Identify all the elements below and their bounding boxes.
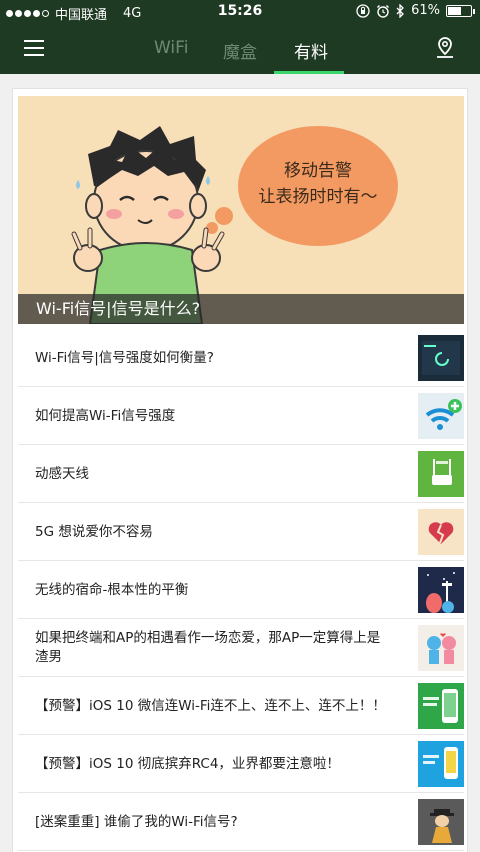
battery-fill: [448, 6, 462, 15]
article-list: Wi-Fi信号|信号强度如何衡量? 如何提高Wi-Fi信号强度 动感天线 5G …: [18, 329, 464, 851]
banner-caption: Wi-Fi信号|信号是什么?: [18, 294, 464, 324]
article-title: 无线的宿命-根本性的平衡: [35, 581, 189, 598]
list-item[interactable]: 如果把终端和AP的相遇看作一场恋爱，那AP一定算得上是渣男: [18, 619, 464, 677]
menu-icon[interactable]: [24, 40, 44, 56]
bluetooth-icon: [396, 3, 405, 18]
list-item[interactable]: 5G 想说爱你不容易: [18, 503, 464, 561]
list-item[interactable]: 无线的宿命-根本性的平衡: [18, 561, 464, 619]
article-title: 【预警】iOS 10 微信连Wi-Fi连不上、连不上、连不上！！: [35, 697, 386, 714]
location-pin-icon[interactable]: [434, 36, 456, 62]
article-title: 如果把终端和AP的相遇看作一场恋爱，那AP一定算得上是渣男: [35, 630, 381, 665]
article-title: Wi-Fi信号|信号强度如何衡量?: [35, 349, 214, 366]
article-title: 动感天线: [35, 465, 89, 482]
wifi-plus-icon: [418, 393, 464, 439]
green-phone-thumb: [418, 683, 464, 729]
status-bar: 中国联通 4G 15:26 61%: [0, 0, 480, 24]
article-title: 如何提高Wi-Fi信号强度: [35, 407, 176, 424]
night-illustration-thumb: [418, 567, 464, 613]
green-router-thumb: [418, 451, 464, 497]
article-title: [迷案重重] 谁偷了我的Wi-Fi信号?: [35, 813, 238, 830]
detective-thumb: [418, 799, 464, 845]
dark-screen-thumb: [418, 335, 464, 381]
list-item[interactable]: 如何提高Wi-Fi信号强度: [18, 387, 464, 445]
status-right: 61%: [356, 3, 475, 18]
alarm-icon: [377, 4, 390, 18]
battery-icon: [446, 4, 475, 17]
article-card: 移动告警 让表扬时时有～ Wi-Fi信号|信号是什么? Wi-Fi信号|信号强度…: [12, 88, 468, 852]
list-item[interactable]: 【预警】iOS 10 彻底摈弃RC4，业界都要注意啦！: [18, 735, 464, 793]
list-item[interactable]: Wi-Fi信号|信号强度如何衡量?: [18, 329, 464, 387]
couple-illustration-thumb: [418, 625, 464, 671]
orientation-lock-icon: [356, 3, 370, 18]
content-area: 移动告警 让表扬时时有～ Wi-Fi信号|信号是什么? Wi-Fi信号|信号强度…: [0, 74, 480, 852]
article-title: 【预警】iOS 10 彻底摈弃RC4，业界都要注意啦！: [35, 755, 340, 772]
blue-phone-thumb: [418, 741, 464, 787]
list-item[interactable]: 动感天线: [18, 445, 464, 503]
broken-heart-icon: [418, 509, 464, 555]
battery-percent: 61%: [411, 3, 440, 18]
top-nav-bar: WiFi 魔盒 有料: [0, 24, 480, 74]
tab-wifi[interactable]: WiFi: [154, 38, 188, 58]
article-title: 5G 想说爱你不容易: [35, 523, 153, 540]
tab-mohe[interactable]: 魔盒: [223, 38, 257, 63]
tab-youliao[interactable]: 有料: [294, 38, 328, 63]
bubble-line-2: 让表扬时时有～: [259, 187, 378, 207]
bubble-line-1: 移动告警: [284, 161, 352, 181]
list-item[interactable]: 【预警】iOS 10 微信连Wi-Fi连不上、连不上、连不上！！: [18, 677, 464, 735]
banner-illustration: 移动告警 让表扬时时有～: [18, 96, 464, 324]
featured-banner[interactable]: 移动告警 让表扬时时有～ Wi-Fi信号|信号是什么?: [18, 96, 464, 324]
list-item[interactable]: [迷案重重] 谁偷了我的Wi-Fi信号?: [18, 793, 464, 851]
